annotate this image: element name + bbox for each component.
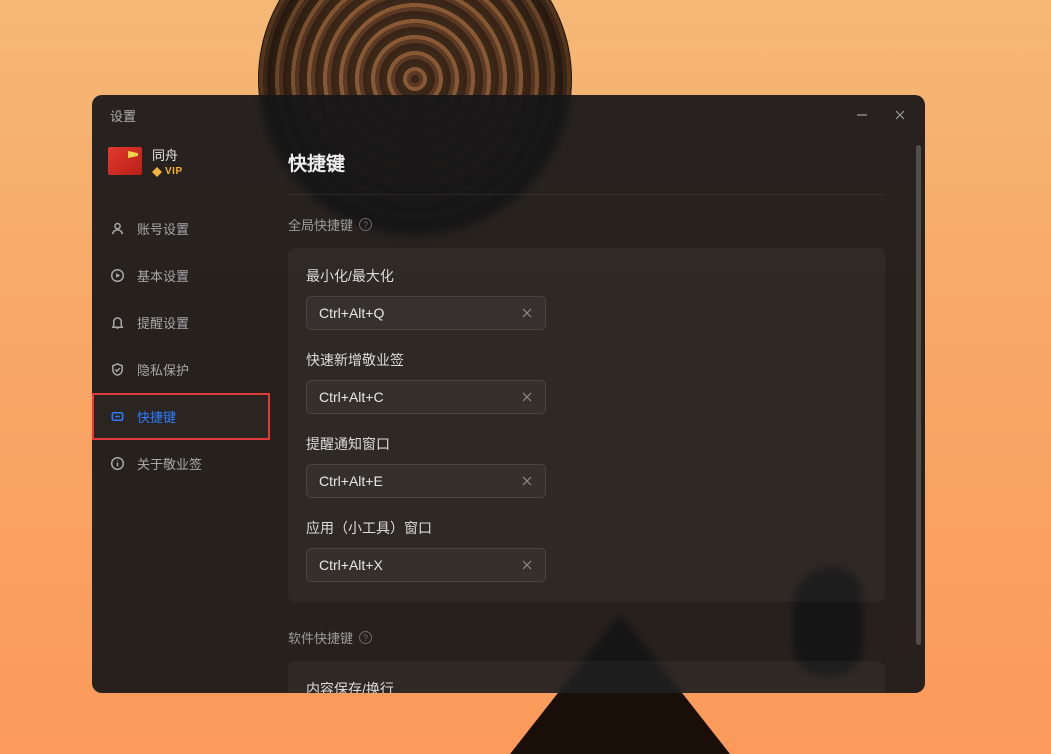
sidebar-nav: 账号设置 基本设置 提醒设置 隐私保护 快捷键 — [92, 205, 270, 487]
select-field: 内容保存/换行 Enter换行，Ctrl+Enter保存 — [306, 679, 867, 693]
shortcut-field: 最小化/最大化 Ctrl+Alt+Q — [306, 266, 867, 330]
global-shortcuts-card: 最小化/最大化 Ctrl+Alt+Q 快速新增敬业签 Ctrl+Alt+C — [288, 248, 885, 602]
user-icon — [110, 221, 125, 236]
window-title: 设置 — [110, 106, 136, 125]
field-label: 应用（小工具）窗口 — [306, 518, 867, 538]
shield-icon — [110, 362, 125, 377]
username: 同舟 — [152, 145, 183, 164]
sidebar: 同舟 VIP 账号设置 基本设置 提醒设置 — [92, 135, 270, 693]
vip-badge: VIP — [152, 166, 183, 177]
shortcut-field: 快速新增敬业签 Ctrl+Alt+C — [306, 350, 867, 414]
sidebar-item-label: 快捷键 — [137, 407, 176, 426]
sidebar-item-basic[interactable]: 基本设置 — [92, 252, 270, 299]
shortcut-value: Ctrl+Alt+X — [319, 557, 383, 573]
scrollbar[interactable] — [916, 145, 921, 645]
app-shortcuts-card: 内容保存/换行 Enter换行，Ctrl+Enter保存 — [288, 661, 885, 693]
field-label: 提醒通知窗口 — [306, 434, 867, 454]
shortcut-input[interactable]: Ctrl+Alt+C — [306, 380, 546, 414]
titlebar: 设置 — [92, 95, 925, 135]
shortcut-input[interactable]: Ctrl+Alt+E — [306, 464, 546, 498]
user-profile[interactable]: 同舟 VIP — [92, 139, 270, 195]
shortcut-value: Ctrl+Alt+E — [319, 473, 383, 489]
shortcut-input[interactable]: Ctrl+Alt+Q — [306, 296, 546, 330]
sidebar-item-label: 账号设置 — [137, 219, 189, 238]
sidebar-item-shortcuts[interactable]: 快捷键 — [92, 393, 270, 440]
bell-icon — [110, 315, 125, 330]
sidebar-item-account[interactable]: 账号设置 — [92, 205, 270, 252]
shortcut-icon — [110, 409, 125, 424]
section-label-app: 软件快捷键 ? — [288, 628, 885, 647]
user-meta: 同舟 VIP — [152, 145, 183, 177]
shortcut-value: Ctrl+Alt+C — [319, 389, 384, 405]
content: 快捷键 全局快捷键 ? 最小化/最大化 Ctrl+Alt+Q — [270, 135, 925, 693]
clear-icon[interactable] — [519, 389, 535, 405]
section-label-global: 全局快捷键 ? — [288, 215, 885, 234]
minimize-button[interactable] — [855, 108, 869, 122]
field-label: 快速新增敬业签 — [306, 350, 867, 370]
close-button[interactable] — [893, 108, 907, 122]
clear-icon[interactable] — [519, 305, 535, 321]
field-label: 内容保存/换行 — [306, 679, 867, 693]
settings-window: 设置 同舟 VIP — [92, 95, 925, 693]
sidebar-item-label: 基本设置 — [137, 266, 189, 285]
window-controls — [855, 108, 907, 122]
sidebar-item-label: 提醒设置 — [137, 313, 189, 332]
sidebar-item-privacy[interactable]: 隐私保护 — [92, 346, 270, 393]
shortcut-field: 应用（小工具）窗口 Ctrl+Alt+X — [306, 518, 867, 582]
sidebar-item-label: 隐私保护 — [137, 360, 189, 379]
shortcut-value: Ctrl+Alt+Q — [319, 305, 384, 321]
shortcut-input[interactable]: Ctrl+Alt+X — [306, 548, 546, 582]
help-icon[interactable]: ? — [359, 631, 372, 644]
info-icon — [110, 456, 125, 471]
sidebar-item-reminder[interactable]: 提醒设置 — [92, 299, 270, 346]
help-icon[interactable]: ? — [359, 218, 372, 231]
clear-icon[interactable] — [519, 557, 535, 573]
field-label: 最小化/最大化 — [306, 266, 867, 286]
divider — [288, 194, 885, 195]
play-circle-icon — [110, 268, 125, 283]
page-title: 快捷键 — [288, 149, 885, 176]
diamond-icon — [152, 167, 162, 177]
clear-icon[interactable] — [519, 473, 535, 489]
sidebar-item-about[interactable]: 关于敬业签 — [92, 440, 270, 487]
sidebar-item-label: 关于敬业签 — [137, 454, 202, 473]
shortcut-field: 提醒通知窗口 Ctrl+Alt+E — [306, 434, 867, 498]
avatar — [108, 147, 142, 175]
scroll-area[interactable]: 快捷键 全局快捷键 ? 最小化/最大化 Ctrl+Alt+Q — [270, 135, 913, 693]
